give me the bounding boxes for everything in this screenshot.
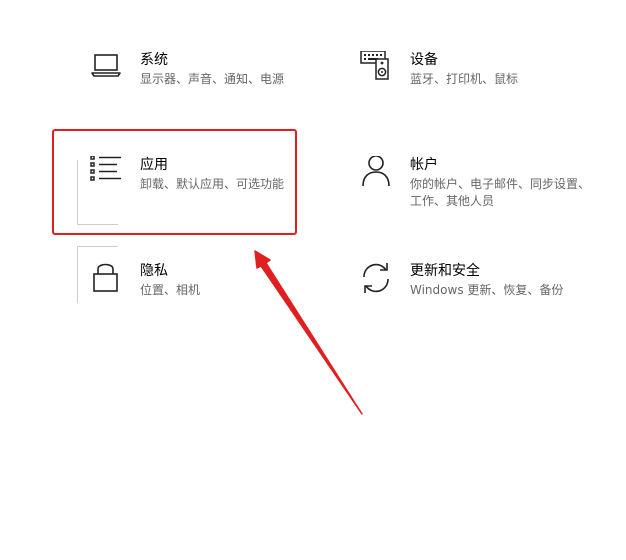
tile-apps-desc: 卸载、默认应用、可选功能 — [140, 177, 285, 191]
person-icon — [360, 156, 400, 196]
keyboard-speaker-icon — [360, 51, 400, 91]
sync-arrows-icon — [360, 262, 400, 302]
tile-accounts-title: 帐户 — [410, 157, 438, 173]
laptop-icon — [90, 51, 130, 91]
tile-accounts[interactable]: 帐户 你的帐户、电子邮件、同步设置、工作、其他人员 — [360, 156, 590, 226]
tile-devices-title: 设备 — [410, 52, 438, 68]
tile-privacy[interactable]: 隐私 位置、相机 — [90, 262, 320, 332]
tile-apps[interactable]: 应用 卸载、默认应用、可选功能 — [90, 156, 320, 226]
focus-outline-remnant — [77, 246, 118, 303]
focus-outline-remnant — [77, 160, 118, 225]
tile-system[interactable]: 系统 显示器、声音、通知、电源 — [90, 51, 320, 121]
tile-privacy-title: 隐私 — [140, 263, 168, 279]
tile-accounts-desc: 你的帐户、电子邮件、同步设置、工作、其他人员 — [410, 177, 591, 208]
tile-system-title: 系统 — [140, 52, 168, 68]
tile-apps-title: 应用 — [140, 157, 168, 173]
settings-page: 系统 显示器、声音、通知、电源 设备 蓝牙、打印机、鼠标 应用 卸载、默认应用、… — [0, 0, 626, 560]
tile-update-desc: Windows 更新、恢复、备份 — [410, 283, 564, 297]
tile-update-title: 更新和安全 — [410, 263, 480, 279]
tile-system-desc: 显示器、声音、通知、电源 — [140, 72, 285, 86]
tile-update[interactable]: 更新和安全 Windows 更新、恢复、备份 — [360, 262, 590, 332]
tile-devices[interactable]: 设备 蓝牙、打印机、鼠标 — [360, 51, 590, 121]
tile-privacy-desc: 位置、相机 — [140, 283, 201, 297]
tile-devices-desc: 蓝牙、打印机、鼠标 — [410, 72, 519, 86]
